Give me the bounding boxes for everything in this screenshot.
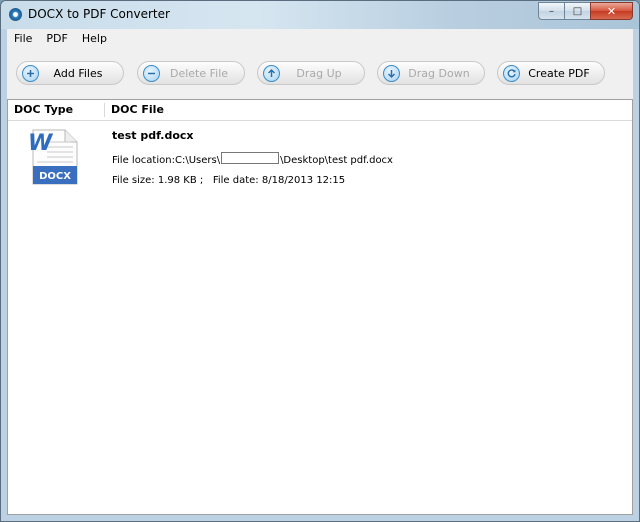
menu-bar: File PDF Help [7, 29, 633, 47]
close-button[interactable]: ✕ [590, 2, 633, 20]
window-title: DOCX to PDF Converter [28, 7, 170, 21]
arrow-down-icon [383, 64, 400, 82]
toolbar: Add Files Delete File Drag Up Drag Down … [7, 47, 633, 99]
delete-file-label: Delete File [169, 66, 229, 80]
create-pdf-button[interactable]: Create PDF [497, 61, 605, 85]
refresh-icon [503, 64, 520, 82]
docx-file-icon: W DOCX [28, 129, 78, 185]
list-header: DOC Type DOC File [8, 100, 632, 121]
minimize-icon: – [549, 5, 554, 17]
column-header-doc-type[interactable]: DOC Type [8, 100, 104, 120]
file-list[interactable]: DOC Type DOC File W DOCX test pdf.docx F… [7, 99, 633, 515]
arrow-up-icon [263, 64, 280, 82]
docx-icon-letter: W [28, 131, 54, 156]
drag-down-button[interactable]: Drag Down [377, 61, 485, 85]
window-controls: – □ ✕ [538, 2, 633, 20]
title-bar[interactable]: DOCX to PDF Converter – □ ✕ [1, 1, 639, 29]
delete-file-button[interactable]: Delete File [137, 61, 245, 85]
create-pdf-label: Create PDF [528, 66, 590, 80]
drag-up-button[interactable]: Drag Up [257, 61, 365, 85]
menu-help[interactable]: Help [75, 32, 114, 45]
maximize-button[interactable]: □ [564, 2, 590, 20]
minimize-button[interactable]: – [538, 2, 564, 20]
maximize-icon: □ [572, 5, 583, 17]
redacted-username [221, 152, 280, 164]
app-window: DOCX to PDF Converter – □ ✕ File PDF Hel… [0, 0, 640, 522]
add-icon [22, 64, 39, 82]
column-header-doc-file[interactable]: DOC File [105, 100, 305, 120]
add-files-label: Add Files [53, 66, 103, 80]
file-location: File location:C:\Users\ \Desktop\test pdf… [112, 152, 393, 166]
app-icon[interactable] [9, 8, 22, 21]
menu-pdf[interactable]: PDF [39, 32, 74, 45]
docx-icon-label: DOCX [39, 171, 71, 182]
minus-icon [143, 64, 160, 82]
file-name: test pdf.docx [112, 129, 194, 142]
menu-file[interactable]: File [7, 32, 39, 45]
drag-down-label: Drag Down [408, 66, 470, 80]
add-files-button[interactable]: Add Files [16, 61, 124, 85]
close-icon: ✕ [606, 4, 617, 18]
file-info: File size: 1.98 KB ; File date: 8/18/201… [112, 175, 346, 186]
drag-up-label: Drag Up [296, 66, 342, 80]
